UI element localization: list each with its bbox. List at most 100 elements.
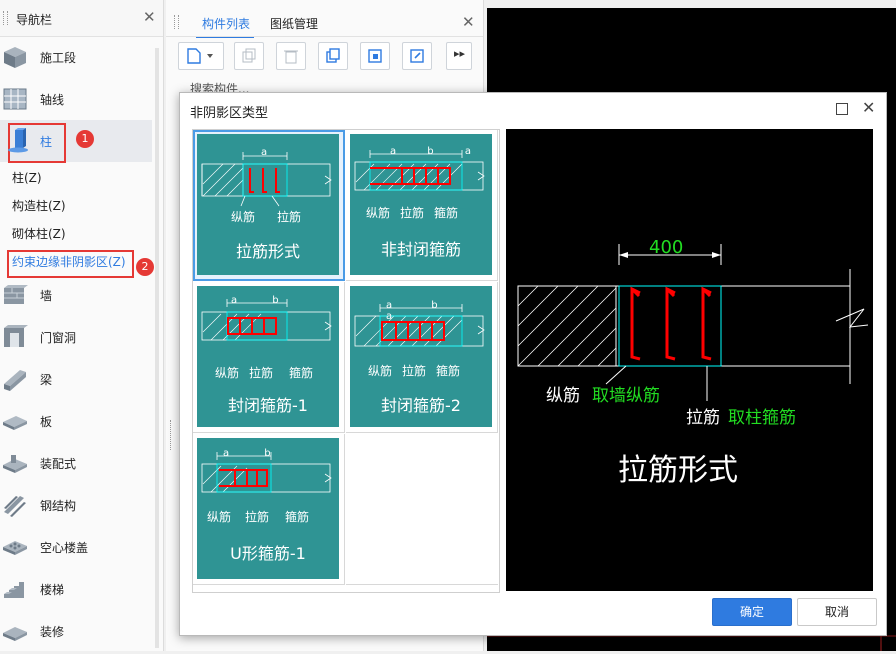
door-window-icon (4, 325, 28, 347)
duplicate-icon (326, 48, 340, 63)
nav-item-door-window[interactable]: 门窗洞 (0, 316, 152, 358)
nav-header: 导航栏 ✕ (0, 0, 163, 37)
close-icon[interactable]: ✕ (862, 98, 875, 117)
nav-title: 导航栏 (16, 13, 53, 27)
label-longitudinal: 纵筋 (215, 366, 240, 380)
nav-item-label: 钢结构 (40, 499, 77, 513)
close-icon[interactable]: ✕ (462, 13, 475, 31)
nav-item-column[interactable]: 柱 1 (0, 120, 152, 163)
wall-icon (4, 285, 28, 304)
label-tie: 拉筋 (400, 206, 425, 220)
option-open-stirrup[interactable]: a b a 纵筋 拉筋 箍筋 非封闭箍筋 (346, 130, 498, 281)
nav-item-label: 装配式 (40, 457, 77, 471)
tie-form-diagram-icon (201, 152, 332, 207)
rename-button[interactable] (402, 42, 432, 70)
label-longitudinal: 纵筋 (368, 364, 393, 378)
option-closed-stirrup-2[interactable]: a b a 纵筋 拉筋 箍筋 封闭箍筋-2 (346, 282, 498, 433)
option-closed-stirrup-1[interactable]: a b 纵筋 拉筋 箍筋 封闭箍筋-1 (193, 282, 345, 433)
nav-item-label: 楼梯 (40, 583, 65, 597)
preview-label-longitudinal: 纵筋 (546, 386, 580, 406)
nav-item-steel[interactable]: 钢结构 (0, 484, 152, 526)
non-shadow-type-dialog: 非阴影区类型 ✕ a 纵筋 拉筋 拉筋形式 a b a 纵筋 拉筋 箍筋 非封闭… (179, 92, 887, 636)
sub-item-boundary-non-shadow[interactable]: 约束边缘非阴影区(Z) (12, 253, 126, 273)
nav-item-decoration[interactable]: 装修 (0, 610, 152, 652)
nav-item-wall[interactable]: 墙 (0, 274, 152, 316)
preview-caption: 拉筋形式 (618, 453, 738, 488)
label-tie: 拉筋 (277, 210, 302, 224)
ok-button[interactable]: 确定 (712, 598, 792, 626)
preview-diagram (517, 244, 869, 401)
preview-note-longitudinal: 取墙纵筋 (592, 386, 660, 406)
nav-item-label: 施工段 (40, 51, 77, 65)
sub-item-column-z[interactable]: 柱(Z) (12, 169, 42, 189)
tab-drawing-manage[interactable]: 图纸管理 (264, 8, 324, 36)
option-caption: 封闭箍筋-1 (228, 396, 308, 415)
new-file-icon (187, 48, 213, 64)
label-tie: 拉筋 (402, 364, 427, 378)
option-caption: 封闭箍筋-2 (381, 396, 461, 415)
label-stirrup: 箍筋 (289, 366, 314, 380)
construction-segment-icon (4, 47, 26, 68)
nav-item-label: 轴线 (40, 93, 65, 107)
option-card: a b 纵筋 拉筋 箍筋 U形箍筋-1 (197, 438, 339, 579)
nav-item-label: 墙 (40, 289, 53, 303)
preview-dimension: 400 (649, 237, 684, 258)
new-component-button[interactable] (178, 42, 224, 70)
label-stirrup: 箍筋 (434, 206, 459, 220)
navigation-panel: 导航栏 ✕ 施工段 轴线 柱 1 柱(Z) 构造柱(Z) 砌体柱(Z) 约束边缘… (0, 0, 164, 651)
tab-component-list[interactable]: 构件列表 (196, 8, 254, 38)
nav-scrollbar[interactable] (155, 48, 159, 648)
empty-cell (346, 434, 498, 585)
nav-item-axis[interactable]: 轴线 (0, 78, 152, 120)
floor-copy-button[interactable] (360, 42, 390, 70)
type-grid: a 纵筋 拉筋 拉筋形式 a b a 纵筋 拉筋 箍筋 非封闭箍筋 a b 纵筋… (192, 129, 500, 593)
splitter-handle-icon[interactable] (170, 420, 177, 450)
nav-item-slab[interactable]: 板 (0, 400, 152, 442)
nav-item-label: 空心楼盖 (40, 541, 89, 555)
steel-structure-icon (4, 496, 26, 517)
preview-note-tie: 取柱箍筋 (728, 408, 796, 428)
nav-item-prefab[interactable]: 装配式 (0, 442, 152, 484)
option-tie-form[interactable]: a 纵筋 拉筋 拉筋形式 (193, 130, 345, 281)
prefab-icon (3, 455, 27, 473)
copy-button[interactable] (234, 42, 264, 70)
nav-item-beam[interactable]: 梁 (0, 358, 152, 400)
option-u-stirrup-1[interactable]: a b 纵筋 拉筋 箍筋 U形箍筋-1 (193, 434, 345, 585)
label-stirrup: 箍筋 (285, 510, 310, 524)
drag-handle-icon[interactable] (3, 11, 8, 25)
closed-stirrup-2-diagram-icon (354, 304, 485, 347)
divider (166, 36, 483, 37)
option-card: a b a 纵筋 拉筋 箍筋 非封闭箍筋 (350, 134, 492, 275)
drag-handle-icon[interactable] (174, 15, 179, 29)
sub-item-constructional-column[interactable]: 构造柱(Z) (12, 197, 66, 217)
label-stirrup: 箍筋 (436, 364, 461, 378)
slab-icon (3, 416, 27, 430)
more-button[interactable]: ▸▸ (446, 42, 472, 70)
sub-item-masonry-column[interactable]: 砌体柱(Z) (12, 225, 66, 245)
edit-icon (410, 49, 424, 63)
option-caption: 非封闭箍筋 (380, 240, 461, 259)
beam-icon (4, 370, 26, 391)
option-caption: 拉筋形式 (235, 242, 300, 261)
option-caption: U形箍筋-1 (230, 544, 306, 563)
duplicate-button[interactable] (318, 42, 348, 70)
nav-item-construction-segment[interactable]: 施工段 (0, 36, 152, 78)
tab-label: 图纸管理 (270, 17, 319, 31)
step-marker-1: 1 (76, 130, 94, 148)
nav-item-hollow-floor[interactable]: 空心楼盖 (0, 526, 152, 568)
decoration-icon (3, 627, 27, 641)
close-icon[interactable]: ✕ (143, 8, 156, 26)
maximize-icon[interactable] (836, 103, 848, 115)
layer-copy-icon (368, 49, 382, 63)
axis-grid-icon (3, 88, 27, 110)
trash-icon (284, 50, 298, 64)
label-tie: 拉筋 (245, 510, 270, 524)
label-tie: 拉筋 (249, 366, 274, 380)
copy-icon (242, 48, 256, 63)
cancel-button[interactable]: 取消 (797, 598, 877, 626)
nav-item-stair[interactable]: 楼梯 (0, 568, 152, 610)
delete-button[interactable] (276, 42, 306, 70)
double-chevron-right-icon: ▸▸ (454, 47, 466, 60)
preview-label-tie: 拉筋 (686, 408, 720, 428)
nav-item-label: 梁 (40, 373, 53, 387)
